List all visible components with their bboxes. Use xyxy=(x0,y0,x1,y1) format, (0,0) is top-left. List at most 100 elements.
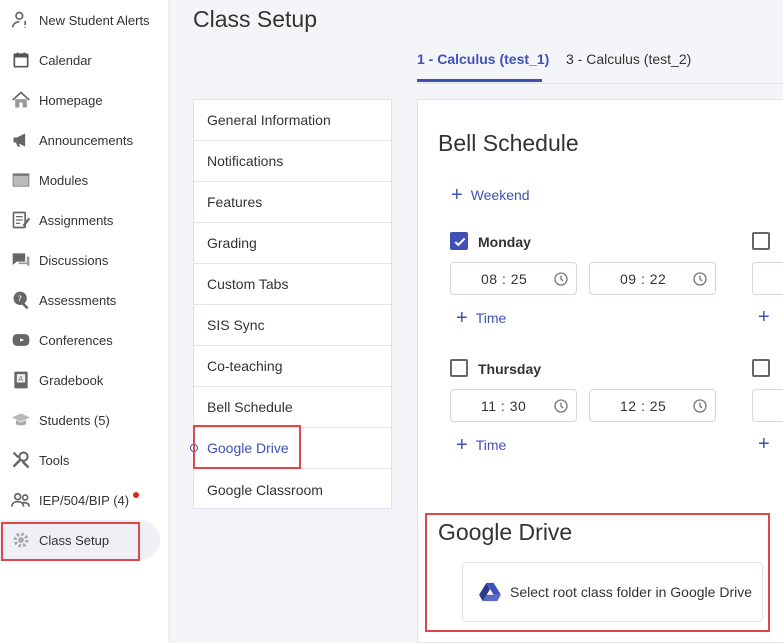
gradebook-icon: A xyxy=(10,369,32,391)
sidebar-item-announcements[interactable]: Announcements xyxy=(0,120,168,160)
megaphone-icon xyxy=(10,129,32,151)
add-time-label: Time xyxy=(475,437,507,453)
sidebar-item-label: New Student Alerts xyxy=(39,12,150,28)
sidebar-item-new-student-alerts[interactable]: New Student Alerts xyxy=(0,0,168,40)
thursday-start-time[interactable]: 11 : 30 xyxy=(450,389,577,422)
thursday-end-time[interactable]: 12 : 25 xyxy=(589,389,716,422)
sidebar-item-gradebook[interactable]: A Gradebook xyxy=(0,360,168,400)
menu-item-custom-tabs[interactable]: Custom Tabs xyxy=(194,264,391,305)
thursday-checkbox[interactable] xyxy=(450,359,468,377)
sidebar-item-tools[interactable]: Tools xyxy=(0,440,168,480)
next-day-time-field[interactable] xyxy=(752,262,783,295)
course-tabs: 1 - Calculus (test_1) 3 - Calculus (test… xyxy=(417,40,783,84)
plus-icon: + xyxy=(456,434,468,456)
page-title: Class Setup xyxy=(193,6,318,32)
clock-icon xyxy=(693,272,707,286)
svg-text:A: A xyxy=(19,375,24,383)
time-value: 09 : 22 xyxy=(620,271,667,287)
folder-icon xyxy=(10,169,32,191)
calendar-icon xyxy=(10,49,32,71)
next-day-checkbox[interactable] xyxy=(752,359,770,377)
sidebar: New Student Alerts Calendar Homepage Ann… xyxy=(0,0,168,643)
menu-item-bell-schedule[interactable]: Bell Schedule xyxy=(194,387,391,428)
plus-icon: + xyxy=(451,184,463,206)
svg-text:?: ? xyxy=(18,294,22,304)
video-icon xyxy=(10,329,32,351)
thursday-add-time-button[interactable]: + Time xyxy=(456,434,507,456)
notification-dot xyxy=(133,492,140,498)
active-tab-indicator xyxy=(417,79,542,82)
sidebar-item-label: Homepage xyxy=(39,92,103,108)
time-value: 08 : 25 xyxy=(481,271,528,287)
monday-label: Monday xyxy=(478,234,531,250)
sidebar-item-label: Tools xyxy=(39,452,70,468)
sidebar-item-label: Assignments xyxy=(39,212,114,228)
sidebar-item-iep[interactable]: IEP/504/BIP (4) xyxy=(0,480,168,520)
next-day-add-time-button[interactable]: + xyxy=(758,306,778,328)
menu-item-google-classroom[interactable]: Google Classroom xyxy=(194,469,391,510)
sidebar-item-students[interactable]: Students (5) xyxy=(0,400,168,440)
sidebar-item-conferences[interactable]: Conferences xyxy=(0,320,168,360)
next-day-time-field[interactable] xyxy=(752,389,783,422)
group-icon xyxy=(10,489,32,511)
sidebar-item-label: Calendar xyxy=(39,52,92,68)
clock-icon xyxy=(554,272,568,286)
next-day-add-time-button[interactable]: + xyxy=(758,433,778,455)
google-drive-title: Google Drive xyxy=(438,519,573,545)
sidebar-item-label: Assessments xyxy=(39,292,117,308)
assignment-icon xyxy=(10,209,32,231)
plus-icon: + xyxy=(758,433,770,455)
sidebar-item-label: IEP/504/BIP (4) xyxy=(39,492,130,508)
time-value: 12 : 25 xyxy=(620,398,667,414)
sidebar-item-modules[interactable]: Modules xyxy=(0,160,168,200)
chat-icon xyxy=(10,249,32,271)
monday-checkbox[interactable] xyxy=(450,232,468,250)
monday-end-time[interactable]: 09 : 22 xyxy=(589,262,716,295)
monday-start-time[interactable]: 08 : 25 xyxy=(450,262,577,295)
active-indicator-dot xyxy=(190,444,198,452)
bell-schedule-title: Bell Schedule xyxy=(438,130,579,156)
sidebar-item-discussions[interactable]: Discussions xyxy=(0,240,168,280)
next-day-checkbox[interactable] xyxy=(752,232,770,250)
gear-icon xyxy=(10,529,32,551)
menu-item-co-teaching[interactable]: Co-teaching xyxy=(194,346,391,387)
tools-icon xyxy=(10,449,32,471)
add-weekend-label: Weekend xyxy=(470,187,530,203)
time-value: 11 : 30 xyxy=(481,398,527,414)
settings-menu: General Information Notifications Featur… xyxy=(190,99,392,510)
checkmark-icon xyxy=(454,237,466,247)
google-drive-icon xyxy=(479,582,501,602)
clock-icon xyxy=(554,399,568,413)
menu-item-general-information[interactable]: General Information xyxy=(194,100,391,141)
person-alert-icon xyxy=(10,9,32,31)
assessment-icon: ? xyxy=(10,289,32,311)
sidebar-item-calendar[interactable]: Calendar xyxy=(0,40,168,80)
sidebar-item-homepage[interactable]: Homepage xyxy=(0,80,168,120)
select-drive-folder-button[interactable]: Select root class folder in Google Drive xyxy=(462,562,763,622)
menu-item-notifications[interactable]: Notifications xyxy=(194,141,391,182)
menu-item-grading[interactable]: Grading xyxy=(194,223,391,264)
sidebar-item-label: Students (5) xyxy=(39,412,110,428)
sidebar-item-label: Announcements xyxy=(39,132,133,148)
sidebar-item-class-setup[interactable]: Class Setup xyxy=(0,520,160,560)
menu-item-sis-sync[interactable]: SIS Sync xyxy=(194,305,391,346)
sidebar-item-label: Conferences xyxy=(39,332,113,348)
select-drive-folder-label: Select root class folder in Google Drive xyxy=(510,584,752,600)
thursday-label: Thursday xyxy=(478,361,542,377)
tab-calculus-test-1[interactable]: 1 - Calculus (test_1) xyxy=(417,51,549,67)
plus-icon: + xyxy=(758,306,770,328)
monday-add-time-button[interactable]: + Time xyxy=(456,307,507,329)
menu-item-google-drive[interactable]: Google Drive xyxy=(190,428,391,469)
sidebar-item-label: Class Setup xyxy=(39,532,110,548)
menu-item-features[interactable]: Features xyxy=(194,182,391,223)
sidebar-item-label: Modules xyxy=(39,172,89,188)
add-time-label: Time xyxy=(475,310,507,326)
menu-item-label: Google Drive xyxy=(207,440,289,456)
sidebar-item-label: Gradebook xyxy=(39,372,104,388)
home-icon xyxy=(10,89,32,111)
sidebar-item-assignments[interactable]: Assignments xyxy=(0,200,168,240)
plus-icon: + xyxy=(456,307,468,329)
sidebar-item-assessments[interactable]: ? Assessments xyxy=(0,280,168,320)
tab-calculus-test-2[interactable]: 3 - Calculus (test_2) xyxy=(566,51,691,67)
add-weekend-button[interactable]: + Weekend xyxy=(451,184,530,206)
